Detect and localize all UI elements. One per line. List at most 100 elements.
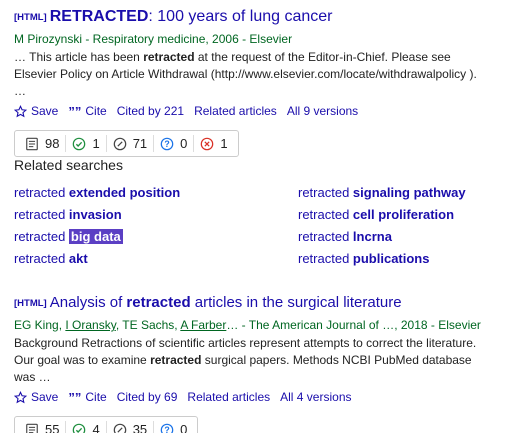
title-bold: retracted [126,294,191,311]
cited-by-link[interactable]: Cited by 69 [117,389,178,406]
question-circle-icon: ? [160,423,174,433]
related-term: extended position [68,185,181,200]
save-label: Save [31,104,59,118]
metric-contrasting[interactable]: 1 [194,135,233,152]
related-searches-heading: Related searches [14,157,123,173]
related-prefix: retracted [298,185,353,200]
metric-documents[interactable]: 55 [19,421,67,433]
quote-icon: ”” [68,104,82,119]
related-search-link[interactable]: retracted publications [298,250,429,268]
metrics-bar: 98 1 71 ? 0 1 [14,130,239,157]
all-versions-link[interactable]: All 4 versions [280,389,351,406]
snippet-bold: retracted [150,353,202,367]
result-snippet: Background Retractions of scientific art… [14,335,492,386]
metric-value: 55 [45,422,60,433]
related-searches: Related searches retracted extended posi… [14,155,494,266]
metric-value: 98 [45,136,60,151]
related-term-highlighted: big data [68,229,123,244]
related-search-link[interactable]: retracted lncrna [298,228,392,246]
metric-mentioning[interactable]: 71 [107,135,155,152]
related-search-link[interactable]: retracted akt [14,250,88,268]
metric-value: 4 [92,422,100,433]
related-search-link[interactable]: retracted cell proliferation [298,206,454,224]
save-button[interactable]: Save [14,103,58,120]
result-title-link[interactable]: RETRACTED: 100 years of lung cancer [50,8,333,25]
related-search-link[interactable]: retracted big data [14,228,123,246]
result-title-link[interactable]: Analysis of retracted articles in the su… [50,294,402,311]
snippet-bold: retracted [143,50,195,64]
related-search-link[interactable]: retracted invasion [14,206,122,224]
result-actions: Save ”” Cite Cited by 221 Related articl… [14,103,494,120]
title-text: articles in the surgical literature [190,294,402,311]
metric-documents[interactable]: 98 [19,135,67,152]
result-title-line: [HTML] Analysis of retracted articles in … [14,292,494,316]
author-link[interactable]: I Oransky [65,318,115,332]
related-term: signaling pathway [352,185,466,200]
meta-text: … - The American Journal of …, 2018 - El… [226,318,481,332]
related-search-link[interactable]: retracted extended position [14,184,180,202]
related-articles-link[interactable]: Related articles [194,103,277,120]
cite-button[interactable]: ”” Cite [68,389,106,406]
result-meta: EG King, I Oransky, TE Sachs, A Farber… … [14,317,494,334]
clock-circle-icon [113,423,127,433]
clock-circle-icon [113,137,127,150]
snippet-text: … This article has been [14,50,144,64]
quote-icon: ”” [68,390,82,405]
related-prefix: retracted [298,207,353,222]
save-button[interactable]: Save [14,389,58,406]
related-term: lncrna [352,229,392,244]
cite-button[interactable]: ”” Cite [68,103,106,120]
metric-unclassified[interactable]: ? 0 [154,135,195,152]
star-icon [14,391,27,404]
related-prefix: retracted [14,229,69,244]
result-meta: M Pirozynski - Respiratory medicine, 200… [14,32,293,46]
html-tag[interactable]: [HTML] [14,12,47,23]
related-prefix: retracted [298,251,353,266]
related-term: cell proliferation [352,207,455,222]
metric-supporting[interactable]: 1 [66,135,107,152]
related-prefix: retracted [14,207,69,222]
metric-value: 35 [132,422,148,433]
html-tag[interactable]: [HTML] [14,298,47,309]
result-actions: Save ”” Cite Cited by 69 Related article… [14,389,494,406]
metric-value: 0 [180,422,188,433]
svg-text:?: ? [164,425,169,433]
question-circle-icon: ? [160,137,174,150]
document-icon [26,137,38,150]
author-link[interactable]: A Farber [180,318,226,332]
check-circle-icon [73,137,86,150]
all-versions-link[interactable]: All 9 versions [287,103,358,120]
svg-text:?: ? [164,139,169,149]
related-prefix: retracted [14,185,69,200]
title-rest: : 100 years of lung cancer [148,8,333,25]
related-term: publications [352,251,430,266]
title-bold: RETRACTED [49,8,149,25]
search-result-1: [HTML] RETRACTED: 100 years of lung cance… [14,6,494,157]
cited-by-link[interactable]: Cited by 221 [117,103,184,120]
metric-mentioning[interactable]: 35 [107,421,155,433]
metric-unclassified[interactable]: ? 0 [154,421,193,433]
related-search-link[interactable]: retracted signaling pathway [298,184,466,202]
title-text: Analysis of [49,294,127,311]
metric-value: 0 [180,136,188,151]
metrics-bar: 55 4 35 ? 0 [14,416,199,433]
star-icon [14,105,27,118]
result-snippet: … This article has been retracted at the… [14,49,492,100]
result-title-line: [HTML] RETRACTED: 100 years of lung cance… [14,6,494,30]
metric-supporting[interactable]: 4 [66,421,107,433]
meta-text: EG King, [14,318,66,332]
check-circle-icon [73,423,86,433]
related-term: akt [68,251,88,266]
metric-value: 1 [92,136,100,151]
document-icon [26,423,38,433]
meta-text: , TE Sachs, [115,318,181,332]
cite-label: Cite [85,104,107,118]
metric-value: 71 [132,136,148,151]
cite-label: Cite [85,390,107,404]
x-circle-icon [201,137,214,150]
related-articles-link[interactable]: Related articles [187,389,270,406]
search-result-2: [HTML] Analysis of retracted articles in … [14,292,494,433]
related-prefix: retracted [298,229,353,244]
save-label: Save [31,390,59,404]
related-prefix: retracted [14,251,69,266]
